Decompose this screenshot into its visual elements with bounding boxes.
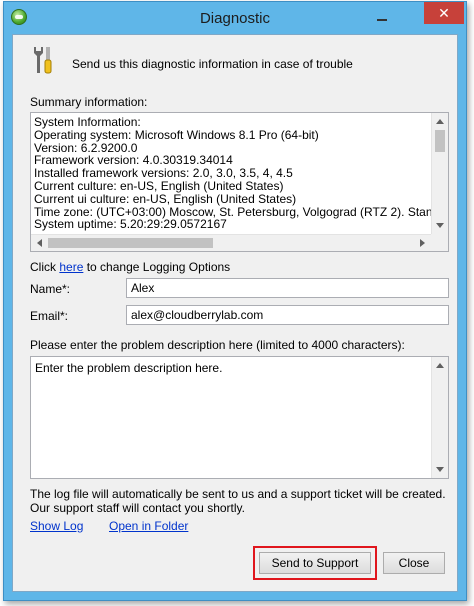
problem-description-box	[30, 356, 449, 479]
tools-icon	[34, 47, 52, 74]
scroll-down-icon[interactable]	[436, 467, 444, 472]
header-text: Send us this diagnostic information in c…	[72, 57, 353, 71]
close-window-button[interactable]: ✕	[424, 2, 464, 24]
summary-line: Current ui culture: en-US, English (Unit…	[34, 191, 297, 206]
summary-textbox[interactable]: System Information: Operating system: Mi…	[30, 112, 449, 252]
summary-line: System Information:	[34, 116, 141, 129]
name-input[interactable]	[126, 278, 449, 298]
title-bar[interactable]: Diagnostic ✕	[4, 2, 466, 34]
scroll-corner	[431, 234, 448, 251]
logging-suffix: to change Logging Options	[86, 260, 231, 274]
summary-label: Summary information:	[30, 95, 148, 109]
close-button[interactable]: Close	[383, 552, 445, 574]
dialog-body: Send us this diagnostic information in c…	[12, 34, 458, 592]
scroll-down-icon[interactable]	[436, 223, 444, 228]
show-log-link[interactable]: Show Log	[30, 519, 83, 533]
scroll-left-icon[interactable]	[37, 239, 42, 247]
summary-vertical-scrollbar[interactable]	[431, 113, 448, 234]
diagnostic-window: Diagnostic ✕ Send us this diagnostic inf…	[3, 1, 467, 601]
summary-line: Operating system: Microsoft Windows 8.1 …	[34, 127, 319, 142]
info-text: The log file will automatically be sent …	[30, 487, 446, 515]
email-input[interactable]	[126, 305, 449, 325]
send-to-support-button[interactable]: Send to Support	[259, 552, 371, 574]
scroll-thumb[interactable]	[48, 238, 213, 248]
logging-options-text: Click here to change Logging Options	[30, 260, 230, 274]
logging-here-link[interactable]: here	[59, 260, 83, 274]
summary-horizontal-scrollbar[interactable]	[31, 234, 431, 251]
summary-line: System uptime: 5.20:29:29.0572167	[34, 217, 227, 232]
email-label: Email*:	[30, 309, 69, 323]
summary-content: System Information: Operating system: Mi…	[34, 116, 432, 234]
name-label: Name*:	[30, 282, 71, 296]
problem-vertical-scrollbar[interactable]	[431, 357, 448, 478]
scroll-right-icon[interactable]	[420, 239, 425, 247]
open-in-folder-link[interactable]: Open in Folder	[109, 519, 188, 533]
scroll-up-icon[interactable]	[436, 119, 444, 124]
summary-line: Current culture: en-US, English (United …	[34, 178, 284, 193]
problem-label: Please enter the problem description her…	[30, 338, 405, 352]
minimize-button[interactable]	[372, 7, 392, 25]
problem-description-input[interactable]	[31, 357, 432, 478]
scroll-up-icon[interactable]	[436, 363, 444, 368]
scroll-thumb[interactable]	[435, 130, 445, 152]
window-title: Diagnostic	[199, 10, 271, 27]
logging-prefix: Click	[30, 260, 56, 274]
